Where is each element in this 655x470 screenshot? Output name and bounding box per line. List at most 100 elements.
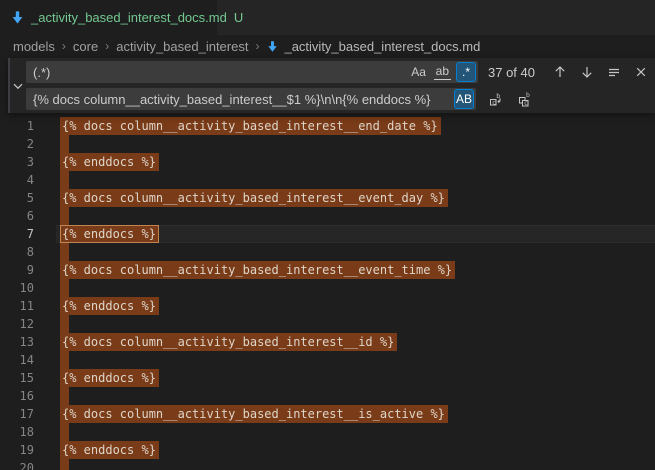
search-value: (.*) — [33, 65, 409, 80]
replace-value: {% docs column__activity_based_interest_… — [33, 92, 454, 107]
breadcrumb-item-models[interactable]: models — [13, 39, 55, 54]
replace-row: {% docs column__activity_based_interest_… — [26, 88, 651, 110]
line-content — [60, 387, 69, 405]
breadcrumb-item-activity-based-interest[interactable]: activity_based_interest — [116, 39, 248, 54]
line-number: 18 — [0, 423, 34, 441]
breadcrumb-separator: › — [105, 39, 109, 53]
line-number: 5 — [0, 189, 34, 207]
find-in-selection-button[interactable] — [604, 62, 624, 82]
line-number: 16 — [0, 387, 34, 405]
find-match: {% enddocs %} — [60, 369, 159, 387]
line-content — [60, 279, 69, 297]
editor-line-11[interactable]: 11 {% enddocs %} — [0, 297, 655, 315]
editor-line-3[interactable]: 3 {% enddocs %} — [0, 153, 655, 171]
find-match — [60, 459, 69, 470]
editor-line-18[interactable]: 18 — [0, 423, 655, 441]
search-input[interactable]: (.*) Aa ab .* — [26, 61, 478, 83]
whole-word-toggle[interactable]: ab — [432, 62, 453, 82]
editor-line-8[interactable]: 8 — [0, 243, 655, 261]
editor-line-5[interactable]: 5 {% docs column__activity_based_interest… — [0, 189, 655, 207]
line-number: 4 — [0, 171, 34, 189]
line-number: 15 — [0, 369, 34, 387]
chevron-down-icon — [10, 78, 26, 94]
line-number: 10 — [0, 279, 34, 297]
replace-all-button[interactable]: b c — [515, 89, 535, 109]
breadcrumb-separator: › — [62, 39, 66, 53]
line-content: {% docs column__activity_based_interest_… — [60, 189, 448, 207]
breadcrumb: models › core › activity_based_interest … — [0, 35, 655, 57]
replace-button[interactable]: b c — [486, 89, 506, 109]
breadcrumb-separator: › — [255, 39, 259, 53]
line-content — [60, 459, 69, 470]
line-content: {% enddocs %} — [60, 225, 159, 243]
editor-line-9[interactable]: 9 {% docs column__activity_based_interest… — [0, 261, 655, 279]
editor: (.*) Aa ab .* 37 of 40 — [0, 57, 655, 470]
line-content — [60, 171, 69, 189]
line-content — [60, 315, 69, 333]
find-match — [60, 423, 69, 441]
find-match — [60, 279, 69, 297]
line-content — [60, 135, 69, 153]
markdown-file-icon — [10, 10, 25, 25]
line-number: 1 — [0, 117, 34, 135]
line-content: {% enddocs %} — [60, 297, 159, 315]
line-number: 6 — [0, 207, 34, 225]
find-match — [60, 351, 69, 369]
previous-match-button[interactable] — [550, 62, 570, 82]
line-number: 11 — [0, 297, 34, 315]
editor-line-2[interactable]: 2 — [0, 135, 655, 153]
match-case-toggle[interactable]: Aa — [409, 62, 429, 82]
editor-line-10[interactable]: 10 — [0, 279, 655, 297]
line-content — [60, 423, 69, 441]
tab-bar: _activity_based_interest_docs.md U — [0, 0, 655, 35]
editor-line-1[interactable]: 1 {% docs column__activity_based_interest… — [0, 117, 655, 135]
editor-line-4[interactable]: 4 — [0, 171, 655, 189]
find-match: {% docs column__activity_based_interest_… — [60, 261, 455, 279]
tab-filename: _activity_based_interest_docs.md — [31, 10, 227, 25]
line-number: 19 — [0, 441, 34, 459]
line-number: 3 — [0, 153, 34, 171]
line-content: {% enddocs %} — [60, 153, 159, 171]
close-icon[interactable] — [631, 62, 651, 82]
find-match: {% docs column__activity_based_interest_… — [60, 117, 441, 135]
editor-line-6[interactable]: 6 — [0, 207, 655, 225]
svg-text:c: c — [492, 98, 496, 106]
current-find-match: {% enddocs %} — [60, 225, 159, 243]
find-match — [60, 171, 69, 189]
line-content: {% docs column__activity_based_interest_… — [60, 405, 448, 423]
breadcrumb-item-file[interactable]: _activity_based_interest_docs.md — [284, 39, 480, 54]
find-row: (.*) Aa ab .* 37 of 40 — [26, 61, 651, 83]
markdown-file-icon — [266, 40, 279, 53]
breadcrumb-item-core[interactable]: core — [73, 39, 98, 54]
line-number: 2 — [0, 135, 34, 153]
find-match: {% enddocs %} — [60, 153, 159, 171]
editor-line-15[interactable]: 15 {% enddocs %} — [0, 369, 655, 387]
line-number: 17 — [0, 405, 34, 423]
editor-line-13[interactable]: 13{% docs column__activity_based_interes… — [0, 333, 655, 351]
editor-line-17[interactable]: 17 {% docs column__activity_based_interes… — [0, 405, 655, 423]
tab-active-file[interactable]: _activity_based_interest_docs.md U — [0, 0, 218, 35]
find-match — [60, 315, 69, 333]
find-replace-widget: (.*) Aa ab .* 37 of 40 — [8, 58, 655, 113]
line-content: {% enddocs %} — [60, 441, 159, 459]
editor-line-14[interactable]: 14 — [0, 351, 655, 369]
line-content: {% enddocs %} — [60, 369, 159, 387]
line-number: 14 — [0, 351, 34, 369]
replace-input[interactable]: {% docs column__activity_based_interest_… — [26, 88, 476, 110]
next-match-button[interactable] — [577, 62, 597, 82]
editor-line-16[interactable]: 16 — [0, 387, 655, 405]
line-number: 20 — [0, 459, 34, 470]
regex-toggle[interactable]: .* — [456, 62, 476, 82]
git-status-badge: U — [234, 10, 243, 25]
line-number: 8 — [0, 243, 34, 261]
editor-line-12[interactable]: 12 — [0, 315, 655, 333]
find-match: {% docs column__activity_based_interest_… — [60, 189, 448, 207]
editor-line-19[interactable]: 19 {% enddocs %} — [0, 441, 655, 459]
preserve-case-toggle[interactable]: AB — [454, 89, 474, 109]
editor-line-20[interactable]: 20 — [0, 459, 655, 470]
editor-line-7[interactable]: 7{% enddocs %} — [0, 225, 655, 243]
find-match — [60, 207, 69, 225]
find-match: {% enddocs %} — [60, 441, 159, 459]
line-number: 9 — [0, 261, 34, 279]
toggle-replace-button[interactable] — [10, 58, 26, 113]
